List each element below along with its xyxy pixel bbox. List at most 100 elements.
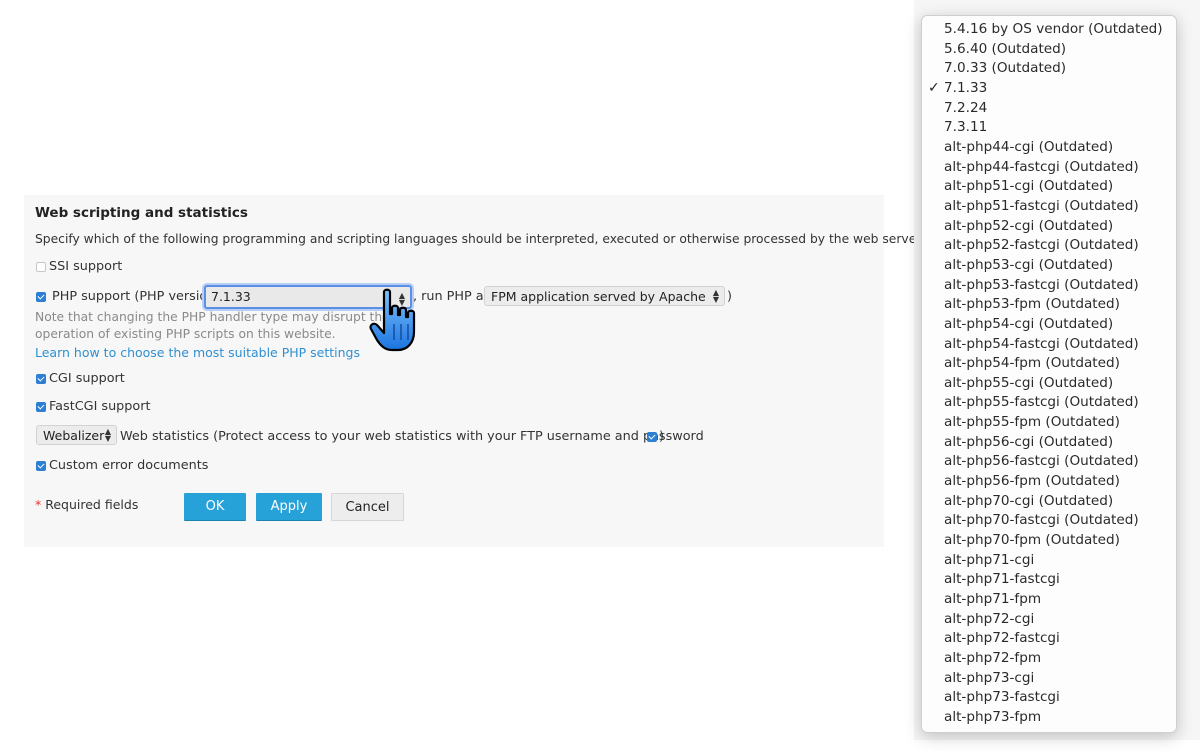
php-version-option[interactable]: alt-php56-fastcgi (Outdated) (922, 452, 1176, 472)
php-version-option-label: 7.1.33 (944, 79, 988, 96)
ssi-checkbox[interactable] (36, 262, 46, 272)
php-version-option-label: alt-php54-fastcgi (Outdated) (944, 335, 1139, 352)
php-version-option[interactable]: alt-php52-cgi (Outdated) (922, 217, 1176, 237)
php-version-option[interactable]: alt-php54-fpm (Outdated) (922, 354, 1176, 374)
php-version-option-label: 7.0.33 (Outdated) (944, 60, 1067, 77)
php-version-option-label: alt-php54-cgi (Outdated) (944, 315, 1114, 332)
php-version-option-label: alt-php52-cgi (Outdated) (944, 217, 1114, 234)
stats-close-paren: ) (659, 429, 664, 444)
php-version-option-label: alt-php72-fastcgi (944, 630, 1060, 647)
php-version-option-label: alt-php53-fpm (Outdated) (944, 296, 1120, 313)
php-version-option-label: alt-php71-fpm (944, 591, 1042, 608)
php-version-option[interactable]: 7.0.33 (Outdated) (922, 59, 1176, 79)
php-version-option[interactable]: alt-php55-fastcgi (Outdated) (922, 393, 1176, 413)
php-version-option[interactable]: 5.4.16 by OS vendor (Outdated) (922, 20, 1176, 40)
apply-button[interactable]: Apply (256, 493, 322, 521)
web-statistics-select[interactable]: Webalizer ▲ ▼ (36, 425, 117, 445)
php-version-option-label: alt-php52-fastcgi (Outdated) (944, 237, 1139, 254)
php-version-option[interactable]: alt-php71-fpm (922, 590, 1176, 610)
ok-button[interactable]: OK (184, 493, 246, 521)
php-version-option-label: alt-php44-cgi (Outdated) (944, 138, 1114, 155)
custom-error-docs-checkbox[interactable] (36, 461, 46, 471)
php-version-option[interactable]: alt-php54-cgi (Outdated) (922, 315, 1176, 335)
web-statistics-label: Web statistics (Protect access to your w… (120, 429, 704, 444)
php-version-option-label: alt-php70-fpm (Outdated) (944, 532, 1120, 549)
custom-error-docs-label: Custom error documents (49, 458, 209, 473)
php-version-option-label: 5.4.16 by OS vendor (Outdated) (944, 21, 1163, 37)
php-version-option[interactable]: ✓ 7.1.33 (922, 79, 1176, 99)
cgi-checkbox[interactable] (36, 374, 46, 384)
php-version-option[interactable]: alt-php70-fastcgi (Outdated) (922, 511, 1176, 531)
php-version-option[interactable]: alt-php53-fastcgi (Outdated) (922, 276, 1176, 296)
php-version-option[interactable]: alt-php73-fastcgi (922, 688, 1176, 708)
php-version-option[interactable]: alt-php72-cgi (922, 610, 1176, 630)
learn-php-settings-link[interactable]: Learn how to choose the most suitable PH… (35, 345, 360, 360)
php-version-value: 7.1.33 (211, 289, 251, 304)
php-version-option[interactable]: alt-php53-fpm (Outdated) (922, 295, 1176, 315)
required-fields-text: Required fields (45, 497, 139, 512)
checkmark-icon: ✓ (928, 79, 940, 96)
required-fields-note: * Required fields (35, 497, 138, 512)
php-version-option-label: alt-php53-cgi (Outdated) (944, 256, 1114, 273)
select-arrows-icon: ▲ ▼ (712, 288, 719, 304)
php-version-option[interactable]: 7.3.11 (922, 118, 1176, 138)
run-php-as-label: , run PHP as (413, 289, 491, 304)
php-version-option[interactable]: alt-php72-fpm (922, 649, 1176, 669)
php-version-option-label: alt-php56-fastcgi (Outdated) (944, 453, 1139, 470)
php-version-option-label: alt-php54-fpm (Outdated) (944, 355, 1120, 372)
php-version-option-label: alt-php73-cgi (944, 669, 1035, 686)
php-version-option[interactable]: alt-php52-fastcgi (Outdated) (922, 236, 1176, 256)
hand-pointer-cursor-icon (369, 288, 416, 352)
php-version-option-label: alt-php73-fastcgi (944, 689, 1060, 706)
php-version-option-label: 7.2.24 (944, 99, 988, 116)
php-version-option[interactable]: alt-php44-fastcgi (Outdated) (922, 158, 1176, 178)
php-support-label: PHP support (PHP version (52, 289, 216, 304)
php-version-option-label: alt-php55-fastcgi (Outdated) (944, 394, 1139, 411)
php-version-option[interactable]: alt-php44-cgi (Outdated) (922, 138, 1176, 158)
php-version-option[interactable]: 7.2.24 (922, 99, 1176, 119)
php-version-option[interactable]: alt-php70-fpm (Outdated) (922, 531, 1176, 551)
php-version-option[interactable]: alt-php56-fpm (Outdated) (922, 472, 1176, 492)
select-arrows-icon: ▲ ▼ (104, 427, 111, 443)
cancel-button[interactable]: Cancel (331, 493, 404, 521)
php-handler-note-line1: Note that changing the PHP handler type … (35, 310, 390, 324)
section-title: Web scripting and statistics (35, 205, 248, 221)
fastcgi-checkbox[interactable] (36, 402, 46, 412)
php-handler-value: FPM application served by Apache (491, 289, 706, 304)
web-scripting-panel: Web scripting and statistics Specify whi… (24, 195, 924, 547)
php-handler-select[interactable]: FPM application served by Apache ▲ ▼ (484, 286, 725, 306)
php-version-option-label: alt-php56-fpm (Outdated) (944, 473, 1120, 490)
php-version-option[interactable]: alt-php53-cgi (Outdated) (922, 256, 1176, 276)
cgi-label: CGI support (49, 371, 125, 386)
php-version-option-label: alt-php70-cgi (Outdated) (944, 492, 1114, 509)
php-version-option[interactable]: alt-php71-cgi (922, 551, 1176, 571)
required-star: * (35, 497, 42, 512)
php-support-checkbox[interactable] (36, 292, 46, 302)
php-version-option[interactable]: alt-php51-cgi (Outdated) (922, 177, 1176, 197)
ssi-label: SSI support (49, 259, 123, 274)
php-version-option-label: alt-php71-cgi (944, 551, 1035, 568)
fastcgi-label: FastCGI support (49, 399, 151, 414)
protect-statistics-checkbox[interactable] (647, 432, 657, 442)
php-version-option-label: alt-php56-cgi (Outdated) (944, 433, 1114, 450)
php-version-option[interactable]: alt-php55-cgi (Outdated) (922, 374, 1176, 394)
web-statistics-value: Webalizer (43, 428, 105, 443)
php-version-option[interactable]: alt-php71-fastcgi (922, 570, 1176, 590)
php-version-option[interactable]: 5.6.40 (Outdated) (922, 40, 1176, 60)
php-version-option[interactable]: alt-php72-fastcgi (922, 629, 1176, 649)
section-description: Specify which of the following programmi… (35, 232, 925, 246)
php-version-option[interactable]: alt-php73-cgi (922, 669, 1176, 689)
php-version-option[interactable]: alt-php54-fastcgi (Outdated) (922, 335, 1176, 355)
php-version-option[interactable]: alt-php56-cgi (Outdated) (922, 433, 1176, 453)
php-handler-note-line2: operation of existing PHP scripts on thi… (35, 327, 336, 341)
php-version-option[interactable]: alt-php51-fastcgi (Outdated) (922, 197, 1176, 217)
php-version-option[interactable]: alt-php73-fpm (922, 708, 1176, 728)
php-close-paren: ) (727, 289, 732, 304)
php-version-option[interactable]: alt-php55-fpm (Outdated) (922, 413, 1176, 433)
php-version-option-label: alt-php53-fastcgi (Outdated) (944, 276, 1139, 293)
php-version-option-label: alt-php71-fastcgi (944, 571, 1060, 588)
php-version-dropdown-menu[interactable]: 5.4.16 by OS vendor (Outdated) 5.6.40 (Ou… (921, 15, 1177, 733)
php-version-option-label: alt-php55-fpm (Outdated) (944, 414, 1120, 431)
php-version-option-label: alt-php70-fastcgi (Outdated) (944, 512, 1139, 529)
php-version-option[interactable]: alt-php70-cgi (Outdated) (922, 492, 1176, 512)
